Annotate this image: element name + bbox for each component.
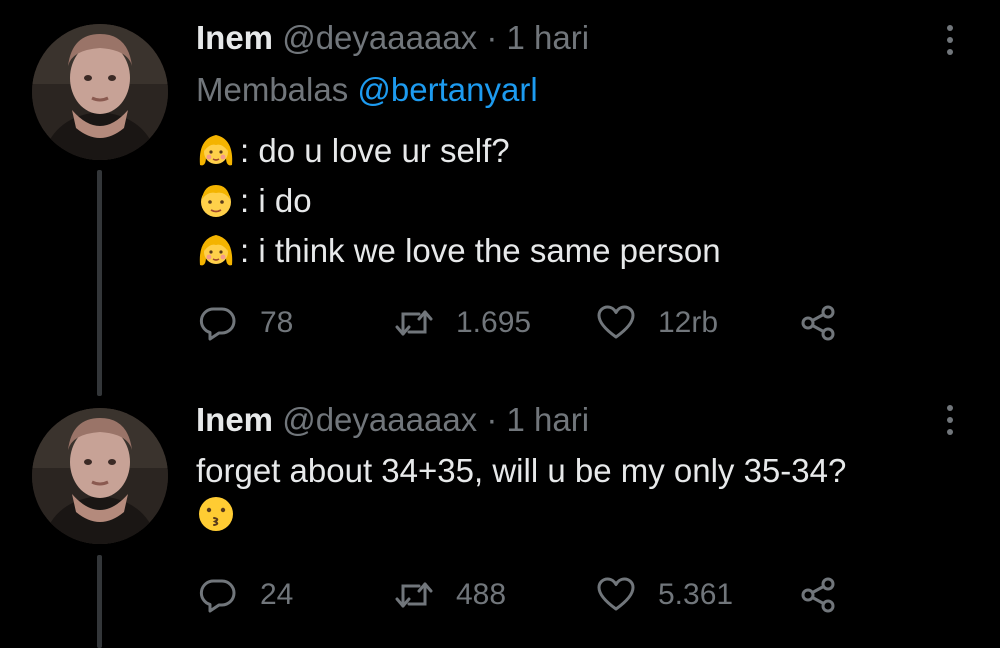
timestamp[interactable]: 1 hari <box>507 401 590 438</box>
reply-mention-link[interactable]: @bertanyarl <box>357 71 537 108</box>
line-text: : i do <box>240 182 312 219</box>
display-name[interactable]: Inem <box>196 19 273 56</box>
reply-icon <box>198 575 238 615</box>
tweet-actions: 78 1.695 12rb <box>198 300 858 346</box>
replying-to-label: Membalas <box>196 71 349 108</box>
man-face-icon <box>196 181 236 221</box>
line-text: : i think we love the same person <box>240 232 721 269</box>
kissing-face-icon <box>196 494 236 534</box>
tweet-text-line: : i think we love the same person <box>196 226 976 276</box>
retweet-icon <box>394 303 434 343</box>
tweet-text-line: forget about 34+35, will u be my only 35… <box>196 448 976 494</box>
tweet-header: Inem @deyaaaaax · 1 hari <box>196 18 589 58</box>
profile-photo <box>32 408 168 544</box>
more-vertical-icon[interactable] <box>938 400 962 440</box>
more-vertical-icon[interactable] <box>938 20 962 60</box>
retweet-count: 488 <box>456 578 507 611</box>
reply-icon <box>198 303 238 343</box>
tweet-text-line <box>196 494 976 534</box>
woman-face-icon <box>196 131 236 171</box>
replying-to: Membalas @bertanyarl <box>196 70 538 110</box>
like-count: 5.361 <box>658 578 734 611</box>
retweet-button[interactable]: 1.695 <box>394 300 531 346</box>
thread-connector-line <box>97 170 102 396</box>
like-count: 12rb <box>658 306 719 339</box>
timestamp[interactable]: 1 hari <box>507 19 590 56</box>
retweet-icon <box>394 575 434 615</box>
tweet-actions: 24 488 5.361 <box>198 572 858 618</box>
tweet-header: Inem @deyaaaaax · 1 hari <box>196 400 589 440</box>
conversation-thread: Inem @deyaaaaax · 1 hari Membalas @berta… <box>0 0 1000 648</box>
share-button[interactable] <box>798 300 838 346</box>
reply-count: 24 <box>260 578 294 611</box>
thread-connector-line <box>97 555 102 648</box>
user-handle[interactable]: @deyaaaaax <box>282 19 477 56</box>
tweet-text: : do u love ur self? : i do : i think we… <box>196 126 976 276</box>
share-icon <box>798 303 838 343</box>
separator-dot: · <box>486 19 498 56</box>
like-button[interactable]: 12rb <box>596 300 718 346</box>
heart-icon <box>596 303 636 343</box>
woman-face-icon <box>196 231 236 271</box>
tweet-text-line: : i do <box>196 176 976 226</box>
tweet-text-line: : do u love ur self? <box>196 126 976 176</box>
avatar[interactable] <box>32 24 168 160</box>
tweet-text: forget about 34+35, will u be my only 35… <box>196 448 976 534</box>
display-name[interactable]: Inem <box>196 401 273 438</box>
reply-button[interactable]: 78 <box>198 300 293 346</box>
reply-count: 78 <box>260 306 294 339</box>
like-button[interactable]: 5.361 <box>596 572 733 618</box>
reply-button[interactable]: 24 <box>198 572 293 618</box>
retweet-button[interactable]: 488 <box>394 572 506 618</box>
heart-icon <box>596 575 636 615</box>
share-button[interactable] <box>798 572 838 618</box>
line-text: : do u love ur self? <box>240 132 510 169</box>
user-handle[interactable]: @deyaaaaax <box>282 401 477 438</box>
share-icon <box>798 575 838 615</box>
retweet-count: 1.695 <box>456 306 532 339</box>
profile-photo <box>32 24 168 160</box>
separator-dot: · <box>486 401 498 438</box>
line-text: forget about 34+35, will u be my only 35… <box>196 452 847 489</box>
avatar[interactable] <box>32 408 168 544</box>
